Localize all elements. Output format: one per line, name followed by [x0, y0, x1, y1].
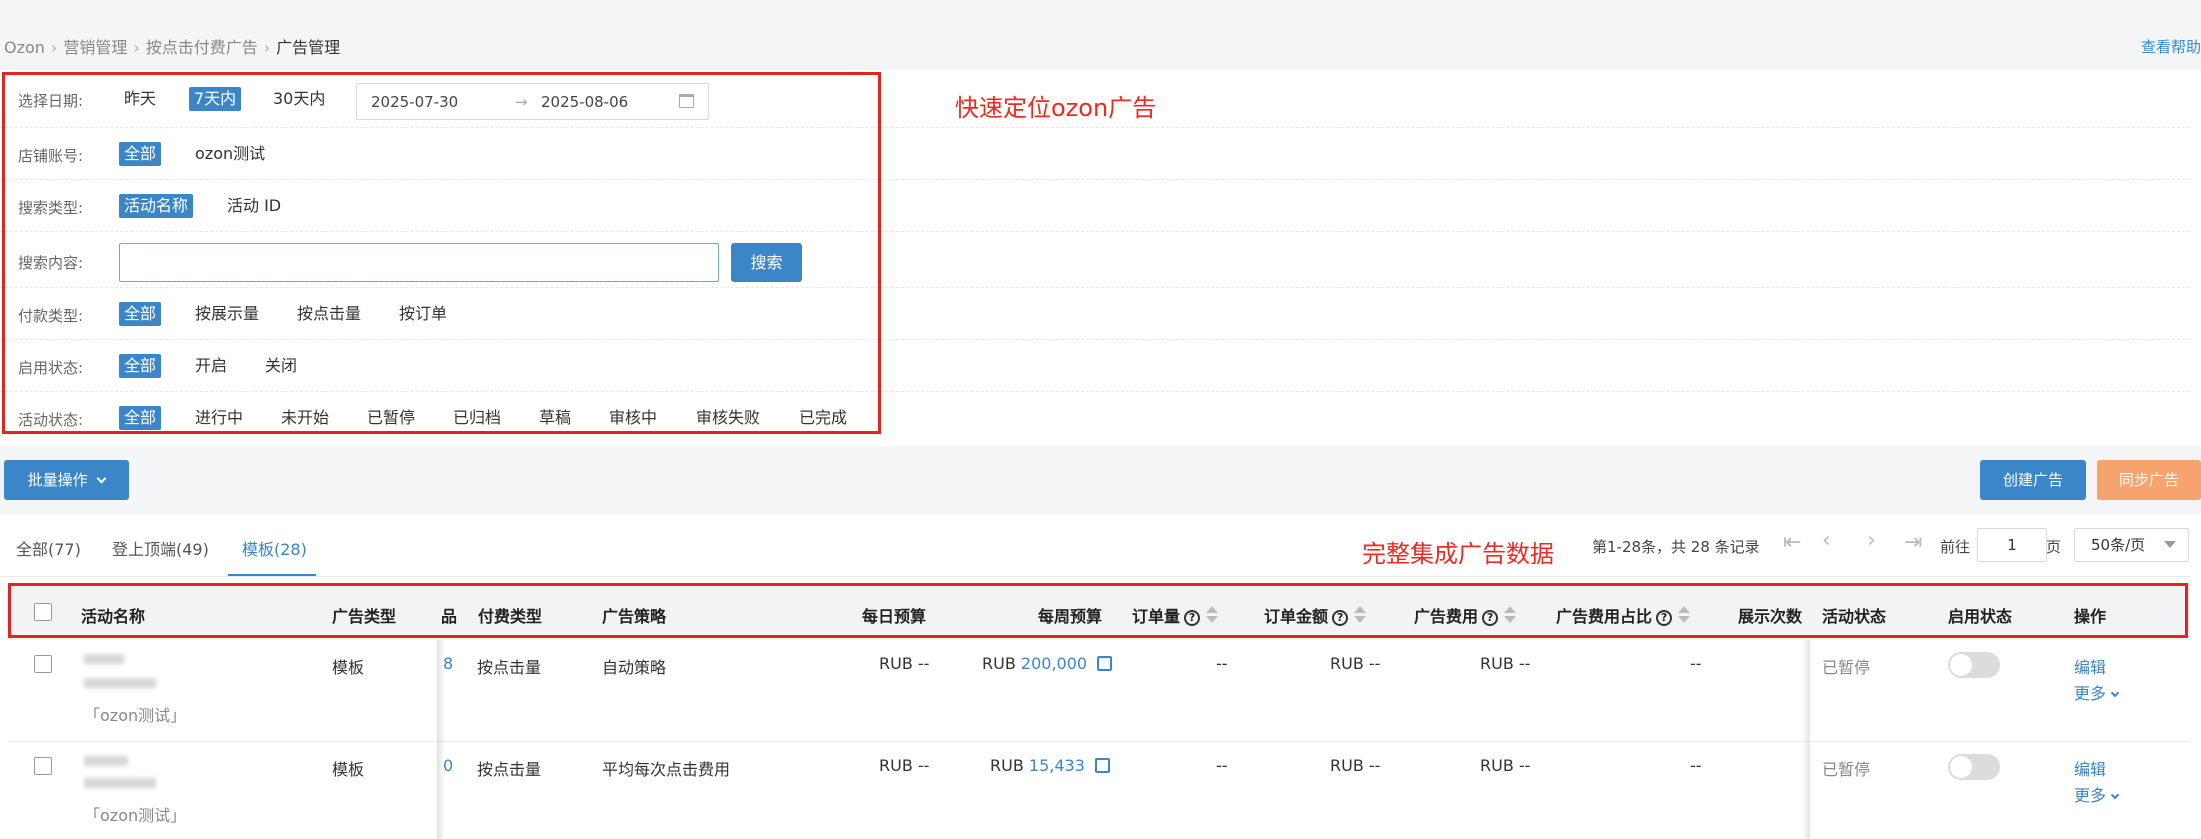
row-ad-cost-ratio: -- — [1690, 756, 1702, 775]
row-ad-cost: RUB -- — [1480, 756, 1531, 775]
row-ad-cost-ratio: -- — [1690, 654, 1702, 673]
table-row: 「ozon测试」 模板 8 按点击量 自动策略 RUB -- RUB 200,0… — [8, 640, 2190, 741]
row-activity-status: 已暂停 — [1822, 658, 1871, 677]
row-store: 「ozon测试」 — [84, 706, 187, 725]
row-weekly-value[interactable]: 200,000 — [1021, 654, 1087, 673]
tab-template[interactable]: 模板(28) — [242, 536, 307, 560]
row-orders: -- — [1216, 654, 1228, 673]
redacted-name-line — [84, 756, 128, 766]
row-weekly-budget: RUB 200,000 — [982, 654, 1113, 673]
create-ad-button[interactable]: 创建广告 — [1980, 460, 2086, 500]
row-weekly-currency: RUB — [990, 756, 1024, 775]
chevron-down-icon — [2110, 790, 2120, 800]
row-weekly-budget: RUB 15,433 — [990, 756, 1110, 775]
tab-top[interactable]: 登上顶端(49) — [112, 536, 209, 560]
chevron-down-icon — [96, 473, 107, 484]
batch-operation-label: 批量操作 — [27, 471, 88, 489]
table-row: 「ozon测试」 模板 0 按点击量 平均每次点击费用 RUB -- RUB 1… — [8, 742, 2190, 839]
batch-operation-button[interactable]: 批量操作 — [4, 460, 129, 500]
redacted-name-line — [84, 678, 156, 688]
next-page-icon[interactable]: › — [1867, 528, 1876, 553]
row-ad-type: 模板 — [332, 658, 365, 677]
row-ad-cost: RUB -- — [1480, 654, 1531, 673]
more-label: 更多 — [2074, 684, 2107, 703]
table-annotation: 完整集成广告数据 — [1362, 540, 1554, 568]
first-page-icon[interactable]: ⇤ — [1783, 530, 1801, 555]
sync-ad-button[interactable]: 同步广告 — [2097, 460, 2201, 500]
breadcrumb-item-ppc[interactable]: 按点击付费广告 — [146, 38, 258, 57]
breadcrumb-item-ozon[interactable]: Ozon — [4, 38, 45, 57]
fixed-column-shadow — [437, 640, 445, 839]
row-pay-type: 按点击量 — [477, 760, 542, 779]
table-card: 全部(77) 登上顶端(49) 模板(28) 完整集成广告数据 第1-28条，共… — [0, 514, 2201, 839]
row-pay-type: 按点击量 — [477, 658, 542, 677]
row-daily-budget: RUB -- — [879, 756, 930, 775]
pagination-summary: 第1-28条，共 28 条记录 — [1592, 538, 1760, 556]
row-store: 「ozon测试」 — [84, 806, 187, 825]
row-strategy: 自动策略 — [602, 658, 667, 677]
row-order-amount: RUB -- — [1330, 654, 1381, 673]
more-label: 更多 — [2074, 786, 2107, 805]
row-daily-budget: RUB -- — [879, 654, 930, 673]
goto-label: 前往 — [1940, 538, 1971, 556]
page-size-select[interactable]: 50条/页 — [2074, 528, 2189, 562]
top-bar: Ozon › 营销管理 › 按点击付费广告 › 广告管理 查看帮助 — [0, 0, 2201, 70]
more-menu[interactable]: 更多 — [2074, 680, 2120, 704]
edit-icon[interactable] — [1094, 758, 1110, 773]
row-weekly-value[interactable]: 15,433 — [1029, 756, 1085, 775]
enable-toggle[interactable] — [1948, 652, 2000, 678]
prev-page-icon[interactable]: ‹ — [1822, 528, 1831, 553]
row-orders: -- — [1216, 756, 1228, 775]
edit-link[interactable]: 编辑 — [2074, 756, 2106, 780]
table-header-highlight-box — [8, 583, 2188, 638]
breadcrumb-item-marketing[interactable]: 营销管理 — [63, 38, 127, 57]
breadcrumb-current: 广告管理 — [276, 38, 341, 57]
enable-toggle[interactable] — [1948, 754, 2000, 780]
breadcrumb-separator-icon: › — [133, 38, 140, 57]
page-size-value: 50条/页 — [2091, 536, 2146, 554]
page-number-input[interactable]: 1 — [1977, 528, 2047, 562]
more-menu[interactable]: 更多 — [2074, 782, 2120, 806]
row-order-amount: RUB -- — [1330, 756, 1381, 775]
edit-link[interactable]: 编辑 — [2074, 654, 2106, 678]
row-checkbox[interactable] — [34, 757, 52, 775]
action-bar: 批量操作 创建广告 同步广告 — [0, 446, 2201, 514]
redacted-name-line — [84, 654, 124, 664]
row-activity-status: 已暂停 — [1822, 760, 1871, 779]
row-strategy: 平均每次点击费用 — [602, 760, 731, 779]
page-unit-label: 页 — [2046, 538, 2062, 556]
breadcrumb-separator-icon: › — [50, 38, 58, 57]
tabs-divider — [0, 576, 2190, 577]
fixed-column-shadow — [1802, 640, 1810, 839]
redacted-name-line — [84, 778, 156, 788]
row-checkbox[interactable] — [34, 655, 52, 673]
tab-all[interactable]: 全部(77) — [16, 536, 81, 560]
edit-icon[interactable] — [1097, 656, 1113, 671]
row-weekly-currency: RUB — [982, 654, 1016, 673]
last-page-icon[interactable]: ⇥ — [1904, 530, 1922, 555]
caret-down-icon — [2164, 541, 2176, 548]
chevron-down-icon — [2110, 688, 2120, 698]
help-link[interactable]: 查看帮助 — [2141, 36, 2201, 57]
breadcrumb: Ozon › 营销管理 › 按点击付费广告 › 广告管理 — [4, 34, 340, 58]
filter-highlight-box — [2, 72, 881, 434]
row-ad-type: 模板 — [332, 760, 365, 779]
filter-annotation: 快速定位ozon广告 — [955, 94, 1157, 122]
breadcrumb-separator-icon: › — [263, 38, 271, 57]
